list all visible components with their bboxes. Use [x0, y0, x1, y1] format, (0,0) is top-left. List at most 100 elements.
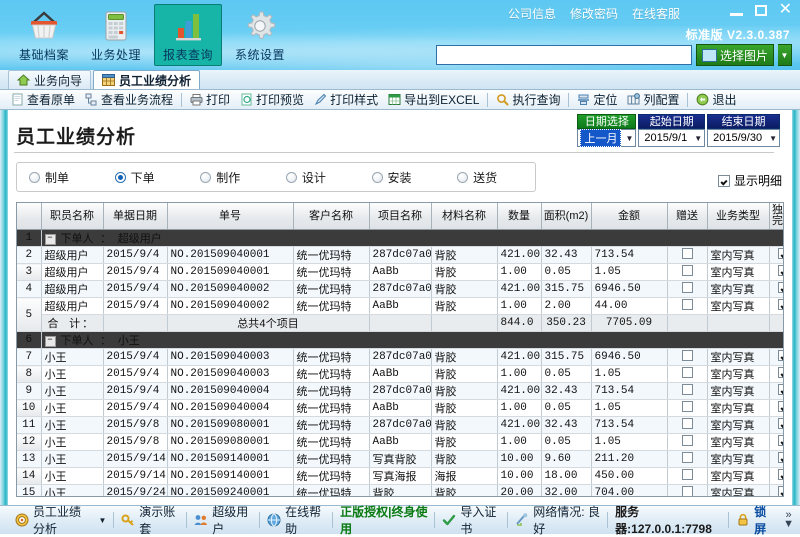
radio-songhuo[interactable]: 送货	[457, 169, 535, 186]
toolbar-view-original[interactable]: 查看原单	[6, 91, 80, 109]
table-row[interactable]: 3 超级用户 2015/9/4 NO.201509040001 统一优玛特 Aa…	[17, 263, 783, 281]
col-area[interactable]: 面积(m2)	[541, 203, 592, 230]
col-quantity[interactable]: 数量	[497, 203, 542, 230]
col-project-name[interactable]: 项目名称	[369, 203, 432, 230]
toolbar-execute-query[interactable]: 执行查询	[491, 91, 565, 109]
table-row[interactable]: 15 小王 2015/9/24 NO.201509240001 统一优玛特 背胶…	[17, 484, 783, 496]
toolbar-print-preview[interactable]: 打印预览	[235, 91, 309, 109]
cell-gift[interactable]	[667, 399, 708, 417]
link-company-info[interactable]: 公司信息	[508, 5, 556, 22]
toolbar-print-style[interactable]: 打印样式	[309, 91, 383, 109]
module-business-process[interactable]: 业务处理	[82, 4, 150, 66]
radio-sheji[interactable]: 设计	[285, 169, 372, 186]
close-icon[interactable]: ✕	[779, 2, 792, 18]
table-row[interactable]: 12 小王 2015/9/8 NO.201509080001 统一优玛特 AaB…	[17, 433, 783, 451]
cell-independent-complete[interactable]	[769, 348, 783, 366]
end-date-picker[interactable]: 2015/9/30 ▼	[707, 129, 780, 147]
cell-gift[interactable]	[667, 280, 708, 298]
status-module[interactable]: 员工业绩分析 ▼	[8, 505, 113, 536]
status-import-cert[interactable]: 导入证书	[435, 505, 507, 536]
cell-gift[interactable]	[667, 416, 708, 434]
cell-independent-complete[interactable]	[769, 263, 783, 281]
cell-independent-complete[interactable]	[769, 433, 783, 451]
collapse-icon[interactable]: −	[44, 335, 56, 347]
module-system-settings[interactable]: 系统设置	[226, 4, 294, 66]
status-online-help[interactable]: 在线帮助	[260, 505, 332, 536]
toolbar-export-excel[interactable]: 导出到EXCEL	[383, 91, 484, 109]
toolbar-column-config[interactable]: 列配置	[622, 91, 684, 109]
cell-independent-complete[interactable]	[769, 467, 783, 485]
status-account-set[interactable]: 演示账套	[114, 505, 186, 536]
show-detail-toggle[interactable]: 显示明细	[717, 172, 782, 189]
chevron-down-icon[interactable]: ▼	[98, 516, 106, 525]
cell-gift[interactable]	[667, 450, 708, 468]
table-row[interactable]: 11 小王 2015/9/8 NO.201509080001 统一优玛特 287…	[17, 416, 783, 434]
start-date-picker[interactable]: 2015/9/1 ▼	[638, 129, 706, 147]
tab-business-wizard[interactable]: 业务向导	[8, 70, 92, 89]
cell-independent-complete[interactable]	[769, 399, 783, 417]
toolbar-locate[interactable]: 定位	[572, 91, 622, 109]
link-online-service[interactable]: 在线客服	[632, 5, 680, 22]
col-business-type[interactable]: 业务类型	[707, 203, 770, 230]
cell-independent-complete[interactable]	[769, 484, 783, 496]
table-row[interactable]: 5 超级用户 2015/9/4 NO.201509040002 统一优玛特 Aa…	[17, 297, 783, 332]
status-network[interactable]: 网络情况: 良好	[508, 505, 607, 536]
toolbar-view-flow[interactable]: 查看业务流程	[80, 91, 178, 109]
radio-anzhuang[interactable]: 安装	[371, 169, 458, 186]
cell-independent-complete[interactable]	[769, 280, 783, 298]
cell-independent-complete[interactable]	[769, 382, 783, 400]
maximize-button[interactable]	[754, 4, 767, 16]
col-amount[interactable]: 金额	[591, 203, 668, 230]
col-gift[interactable]: 赠送	[667, 203, 708, 230]
cell-gift[interactable]	[667, 246, 708, 264]
table-row[interactable]: 2 超级用户 2015/9/4 NO.201509040001 统一优玛特 28…	[17, 246, 783, 264]
cell-gift[interactable]	[667, 348, 708, 366]
module-basic-archive[interactable]: 基础档案	[10, 4, 78, 66]
cell-independent-complete[interactable]	[769, 450, 783, 468]
cell-gift[interactable]	[667, 365, 708, 383]
tab-employee-performance[interactable]: 员工业绩分析	[93, 70, 201, 89]
chevron-down-icon[interactable]: ▼	[778, 44, 792, 66]
col-employee-name[interactable]: 职员名称	[41, 203, 104, 230]
radio-zhidan[interactable]: 制单	[29, 169, 115, 186]
col-doc-no[interactable]: 单号	[167, 203, 294, 230]
overflow-chevrons-icon[interactable]: » ▼	[783, 510, 794, 530]
toolbar-print[interactable]: 打印	[185, 91, 235, 109]
table-row[interactable]: 9 小王 2015/9/4 NO.201509040004 统一优玛特 287d…	[17, 382, 783, 400]
cell-independent-complete[interactable]	[769, 365, 783, 383]
table-row[interactable]: 13 小王 2015/9/14 NO.201509140001 统一优玛特 写真…	[17, 450, 783, 468]
module-report-query[interactable]: 报表查询	[154, 4, 222, 66]
cell-independent-complete[interactable]	[769, 297, 783, 315]
table-row[interactable]: 14 小王 2015/9/14 NO.201509140001 统一优玛特 写真…	[17, 467, 783, 485]
col-material-name[interactable]: 材料名称	[431, 203, 498, 230]
cell-gift[interactable]	[667, 467, 708, 485]
group-header-row[interactable]: 1 − 下单人 ： 超级用户	[17, 229, 783, 247]
table-row[interactable]: 4 超级用户 2015/9/4 NO.201509040002 统一优玛特 28…	[17, 280, 783, 298]
radio-zhizuo[interactable]: 制作	[200, 169, 286, 186]
cell-gift[interactable]	[667, 433, 708, 451]
performance-grid[interactable]: 职员名称 单据日期 单号 客户名称 项目名称 材料名称 数量 面积(m2) 金额…	[16, 202, 784, 497]
col-doc-date[interactable]: 单据日期	[103, 203, 168, 230]
cell-independent-complete[interactable]	[769, 246, 783, 264]
date-select-dropdown[interactable]: 上一月 ▼	[577, 129, 637, 147]
status-lock-screen[interactable]: 锁 屏	[729, 505, 783, 536]
group-header-cell[interactable]: − 下单人 ： 小王	[41, 331, 783, 349]
cell-gift[interactable]	[667, 382, 708, 400]
picture-path-input[interactable]	[435, 45, 692, 65]
status-user[interactable]: 超级用户	[187, 505, 259, 536]
minimize-button[interactable]	[729, 5, 743, 16]
cell-gift[interactable]	[667, 484, 708, 496]
toolbar-exit[interactable]: 退出	[691, 91, 741, 109]
cell-gift[interactable]	[667, 263, 708, 281]
cell-gift[interactable]	[667, 297, 708, 315]
radio-xiadan[interactable]: 下单	[114, 169, 201, 186]
col-customer-name[interactable]: 客户名称	[293, 203, 370, 230]
collapse-icon[interactable]: −	[44, 233, 56, 245]
group-header-cell[interactable]: − 下单人 ： 超级用户	[41, 229, 783, 247]
table-row[interactable]: 10 小王 2015/9/4 NO.201509040004 统一优玛特 AaB…	[17, 399, 783, 417]
cell-independent-complete[interactable]	[769, 416, 783, 434]
group-header-row[interactable]: 6 − 下单人 ： 小王	[17, 331, 783, 349]
table-row[interactable]: 8 小王 2015/9/4 NO.201509040003 统一优玛特 AaBb…	[17, 365, 783, 383]
table-row[interactable]: 7 小王 2015/9/4 NO.201509040003 统一优玛特 287d…	[17, 348, 783, 366]
link-change-password[interactable]: 修改密码	[570, 5, 618, 22]
